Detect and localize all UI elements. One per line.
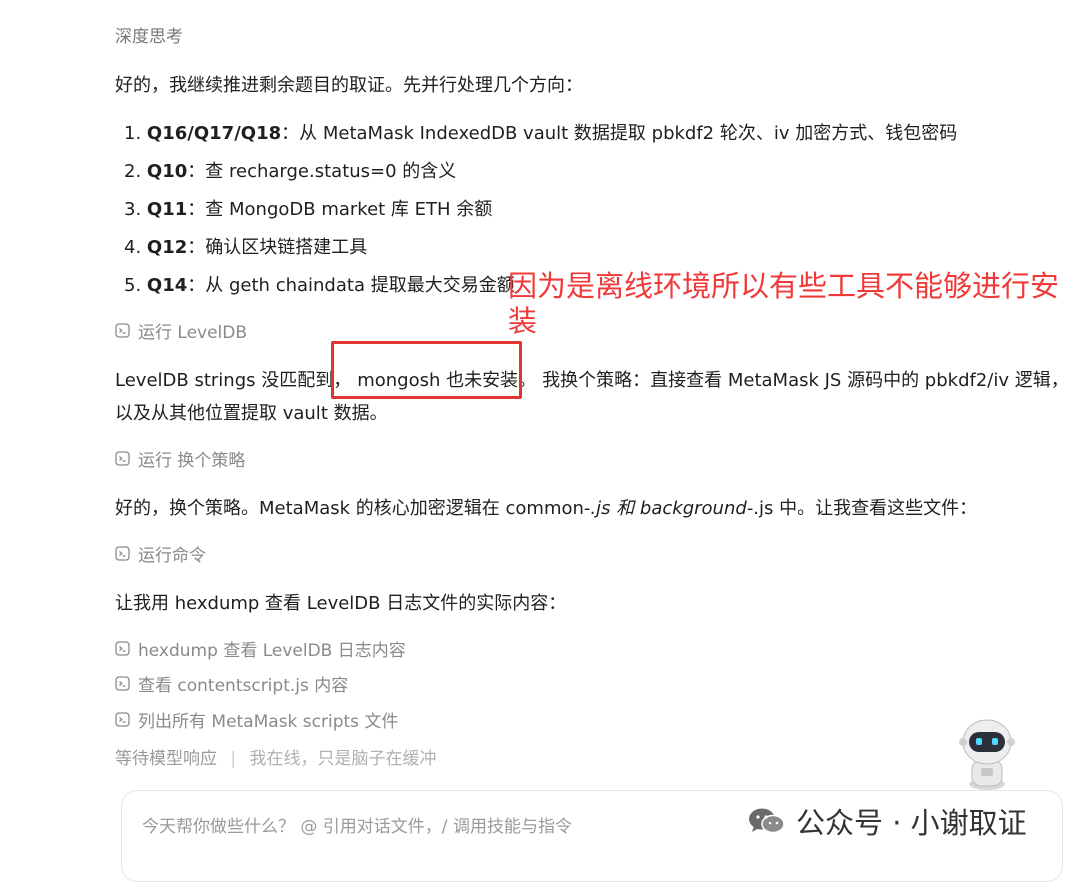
task-sep: ： bbox=[187, 237, 206, 258]
tool-run-label: 运行 LevelDB bbox=[138, 323, 248, 343]
watermark-text: 公众号 · 小谢取证 bbox=[796, 806, 1027, 840]
task-q: Q14 bbox=[146, 275, 188, 296]
annotation-line-1: 因为是离线环境所以有些工具不能够进行安 bbox=[508, 269, 1060, 303]
terminal-icon bbox=[115, 546, 130, 561]
para-text: 我换个策略：直接查看 MetaMask JS 源码中的 pbkdf2/iv 逻辑… bbox=[542, 370, 1069, 391]
tool-item-contentscript[interactable]: 查看 contentscript.js 内容 bbox=[115, 671, 348, 696]
task-q: Q12 bbox=[146, 237, 188, 258]
task-sep: ： bbox=[281, 123, 300, 144]
status-waiting: 等待模型响应 bbox=[115, 749, 217, 769]
red-annotation: 因为是离线环境所以有些工具不能够进行安 装 bbox=[508, 269, 1059, 339]
annotation-line-2: 装 bbox=[508, 303, 538, 338]
task-num: 3. bbox=[124, 199, 142, 220]
watermark: 公众号 · 小谢取证 bbox=[748, 800, 1027, 842]
robot-mascot bbox=[952, 712, 1022, 792]
para-strategy: 好的，换个策略。MetaMask 的核心加密逻辑在 common-.js 和 b… bbox=[115, 494, 977, 520]
tool-item-hexdump[interactable]: hexdump 查看 LevelDB 日志内容 bbox=[115, 636, 406, 661]
tool-item-scripts[interactable]: 列出所有 MetaMask scripts 文件 bbox=[115, 707, 398, 732]
tool-item-label: 列出所有 MetaMask scripts 文件 bbox=[138, 712, 399, 732]
terminal-icon bbox=[115, 712, 130, 727]
para-text: 好的，换个策略。MetaMask 的核心加密逻辑在 common- bbox=[115, 498, 591, 519]
para-leveldb-line2: 以及从其他位置提取 vault 数据。 bbox=[115, 403, 388, 424]
intro-text: 好的，我继续推进剩余题目的取证。先并行处理几个方向： bbox=[115, 75, 583, 96]
terminal-icon bbox=[115, 676, 130, 691]
task-sep: ： bbox=[187, 275, 206, 296]
task-num: 5. bbox=[124, 275, 142, 296]
tool-run-label: 运行命令 bbox=[138, 546, 206, 566]
tool-run-command[interactable]: 运行命令 bbox=[115, 541, 206, 566]
task-item-4: 4. Q12：确认区块链搭建工具 bbox=[124, 233, 367, 259]
task-q: Q16/Q17/Q18 bbox=[146, 123, 282, 144]
para-italic-text: .js 和 background- bbox=[590, 498, 754, 519]
task-q: Q10 bbox=[146, 161, 188, 182]
task-text: 确认区块链搭建工具 bbox=[205, 237, 368, 258]
task-item-2: 2. Q10：查 recharge.status=0 的含义 bbox=[124, 157, 456, 183]
chat-input-placeholder[interactable]: 今天帮你做些什么？ @ 引用对话文件，/ 调用技能与指令 bbox=[142, 812, 572, 837]
terminal-icon bbox=[115, 641, 130, 656]
task-num: 1. bbox=[124, 123, 142, 144]
thinking-label[interactable]: 深度思考 bbox=[115, 22, 183, 47]
task-text: 从 MetaMask IndexedDB vault 数据提取 pbkdf2 轮… bbox=[299, 123, 958, 144]
terminal-icon bbox=[115, 323, 130, 338]
terminal-icon bbox=[115, 451, 130, 466]
task-q: Q11 bbox=[146, 199, 188, 220]
task-sep: ： bbox=[187, 199, 206, 220]
tool-run-strategy[interactable]: 运行 换个策略 bbox=[115, 446, 245, 471]
tool-item-label: 查看 contentscript.js 内容 bbox=[138, 676, 349, 696]
task-text: 查 MongoDB market 库 ETH 余额 bbox=[205, 199, 493, 220]
task-text: 查 recharge.status=0 的含义 bbox=[205, 161, 457, 182]
status-separator: | bbox=[230, 749, 237, 769]
status-line: 等待模型响应 | 我在线，只是脑子在缓冲 bbox=[115, 744, 437, 769]
wechat-icon bbox=[748, 806, 786, 836]
para-text: LevelDB strings 没匹配到， bbox=[115, 370, 352, 391]
para-text: .js 中。让我查看这些文件： bbox=[753, 498, 978, 519]
task-num: 4. bbox=[124, 237, 142, 258]
task-text: 从 geth chaindata 提取最大交易金额 bbox=[205, 275, 515, 296]
task-item-3: 3. Q11：查 MongoDB market 库 ETH 余额 bbox=[124, 195, 492, 221]
para-hexdump: 让我用 hexdump 查看 LevelDB 日志文件的实际内容： bbox=[115, 593, 567, 614]
para-leveldb-line1: LevelDB strings 没匹配到， mongosh 也未安装。 我换个策略：… bbox=[115, 366, 1069, 392]
tool-item-label: hexdump 查看 LevelDB 日志内容 bbox=[138, 641, 406, 661]
status-online: 我在线，只是脑子在缓冲 bbox=[249, 749, 437, 769]
red-highlight-box bbox=[331, 341, 522, 399]
task-item-1: 1. Q16/Q17/Q18：从 MetaMask IndexedDB vaul… bbox=[124, 119, 957, 145]
tool-run-leveldb[interactable]: 运行 LevelDB bbox=[115, 318, 247, 343]
task-item-5: 5. Q14：从 geth chaindata 提取最大交易金额 bbox=[124, 271, 515, 297]
task-num: 2. bbox=[124, 161, 142, 182]
task-sep: ： bbox=[187, 161, 206, 182]
tool-run-label: 运行 换个策略 bbox=[138, 451, 246, 471]
